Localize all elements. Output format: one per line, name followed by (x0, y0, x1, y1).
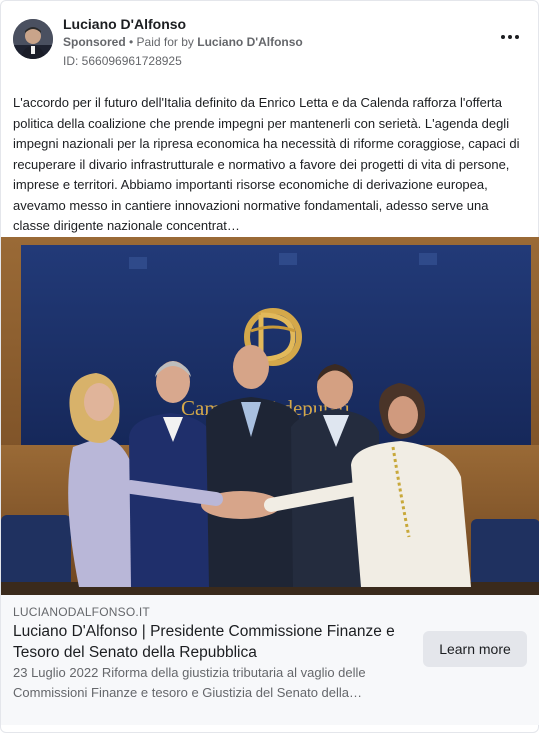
link-title[interactable]: Luciano D'Alfonso | Presidente Commissio… (13, 621, 413, 663)
post-text: L'accordo per il futuro dell'Italia defi… (13, 95, 520, 233)
ad-card: Luciano D'Alfonso Sponsored • Paid for b… (0, 0, 539, 733)
ad-header: Luciano D'Alfonso Sponsored • Paid for b… (13, 13, 528, 69)
learn-more-button[interactable]: Learn more (423, 631, 527, 667)
advertiser-name[interactable]: Luciano D'Alfonso (63, 16, 186, 32)
more-dot (508, 35, 512, 39)
paid-for-prefix: Paid for by (136, 35, 198, 49)
more-horizontal-icon (501, 35, 505, 39)
link-domain: LUCIANODALFONSO.IT (13, 605, 150, 619)
link-preview[interactable]: LUCIANODALFONSO.IT Luciano D'Alfonso | P… (1, 595, 539, 725)
paid-for-name: Luciano D'Alfonso (197, 35, 303, 49)
sponsor-separator: • (125, 35, 137, 49)
more-options-button[interactable] (496, 27, 524, 47)
sponsored-line: Sponsored • Paid for by Luciano D'Alfons… (63, 35, 303, 49)
ad-photo[interactable]: Camera dei deputati (1, 237, 539, 595)
sponsored-label: Sponsored (63, 35, 126, 49)
advertiser-avatar[interactable] (13, 19, 53, 59)
more-dot (515, 35, 519, 39)
ad-id: ID: 566096961728925 (63, 54, 182, 68)
link-description: 23 Luglio 2022 Riforma della giustizia t… (13, 665, 366, 700)
